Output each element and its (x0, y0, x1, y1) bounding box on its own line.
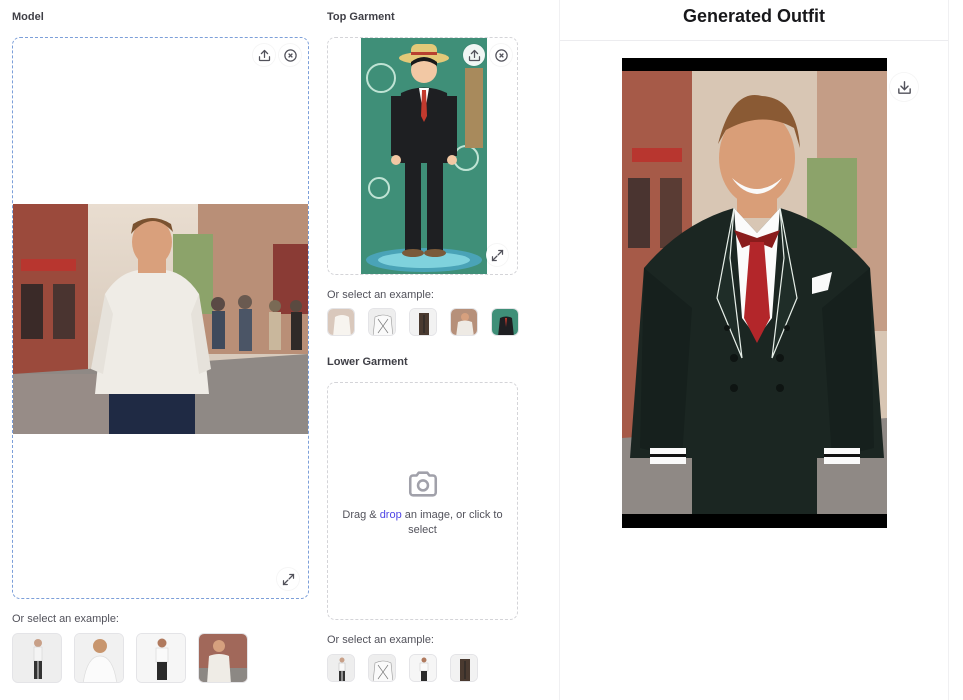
top-garment-example-1[interactable] (327, 308, 355, 336)
close-circle-icon (283, 48, 297, 62)
model-dropzone[interactable] (12, 37, 309, 599)
lower-garment-example-2[interactable] (368, 654, 396, 682)
lower-garment-example-1[interactable] (327, 654, 355, 682)
model-clear-button[interactable] (279, 44, 301, 66)
top-garment-example-4[interactable] (450, 308, 478, 336)
top-garment-upload-button[interactable] (463, 44, 485, 66)
lower-garment-example-4[interactable] (450, 654, 478, 682)
lower-garment-examples-label: Or select an example: (327, 634, 434, 646)
top-garment-clear-button[interactable] (490, 44, 512, 66)
camera-icon (408, 471, 438, 497)
model-example-4[interactable] (198, 633, 248, 683)
expand-icon (282, 573, 294, 585)
model-example-3[interactable] (136, 633, 186, 683)
generated-image (622, 58, 887, 528)
download-button[interactable] (890, 73, 918, 101)
top-garment-example-2[interactable] (368, 308, 396, 336)
model-expand-button[interactable] (277, 568, 299, 590)
upload-icon (258, 49, 270, 61)
top-garment-example-5[interactable] (491, 308, 519, 336)
lower-garment-label: Lower Garment (327, 356, 408, 368)
top-garment-example-3[interactable] (409, 308, 437, 336)
top-garment-image (361, 38, 487, 274)
top-garment-examples-label: Or select an example: (327, 289, 434, 301)
lower-garment-drop-text: Drag & drop an image, or click to select (342, 509, 503, 536)
output-title: Generated Outfit (682, 6, 825, 26)
download-icon (897, 80, 911, 94)
top-garment-label: Top Garment (327, 11, 395, 23)
expand-icon (491, 249, 503, 261)
model-upload-button[interactable] (253, 44, 275, 66)
upload-icon (468, 49, 480, 61)
model-image (13, 204, 308, 434)
model-example-1[interactable] (12, 633, 62, 683)
model-label: Model (12, 11, 44, 23)
close-circle-icon (494, 48, 508, 62)
top-garment-expand-button[interactable] (486, 244, 508, 266)
top-garment-dropzone[interactable] (327, 37, 518, 275)
lower-garment-example-3[interactable] (409, 654, 437, 682)
model-examples-label: Or select an example: (12, 613, 119, 625)
drop-link[interactable]: drop (380, 509, 402, 521)
model-example-2[interactable] (74, 633, 124, 683)
output-panel: Generated Outfit (560, 0, 948, 700)
lower-garment-dropzone[interactable]: Drag & drop an image, or click to select (327, 382, 518, 620)
output-divider (560, 40, 948, 41)
